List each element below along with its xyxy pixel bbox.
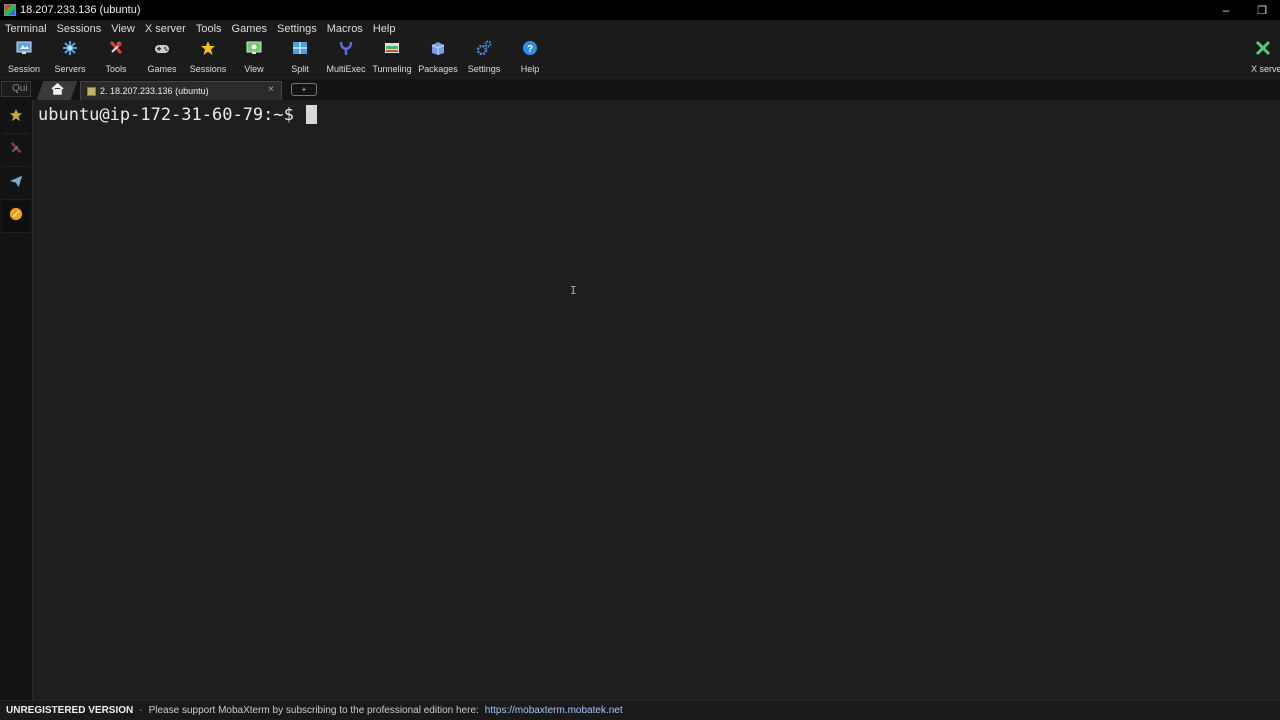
servers-icon xyxy=(61,39,79,57)
menu-games[interactable]: Games xyxy=(227,23,272,35)
close-tab-icon[interactable]: × xyxy=(268,84,274,95)
menu-macros[interactable]: Macros xyxy=(322,23,368,35)
new-tab-button[interactable]: + xyxy=(291,83,317,96)
unregistered-label: UNREGISTERED VERSION xyxy=(6,705,134,716)
packages-icon xyxy=(429,39,447,57)
help-button[interactable]: ? Help xyxy=(507,39,553,76)
window-title: 18.207.233.136 (ubuntu) xyxy=(20,4,141,16)
terminal-area[interactable]: ubuntu@ip-172-31-60-79:~$ I xyxy=(33,100,1280,700)
app-logo-icon xyxy=(4,4,16,16)
x-server-label: X serve xyxy=(1251,64,1280,74)
x-server-button[interactable]: X serve xyxy=(1245,39,1280,76)
tunneling-button[interactable]: Tunneling xyxy=(369,39,415,76)
tools-label: Tools xyxy=(105,64,127,74)
sidebar-sftp-button[interactable] xyxy=(2,168,30,200)
multiexec-label: MultiExec xyxy=(326,64,366,74)
view-monitor-icon xyxy=(245,39,263,57)
session-tab-label: 2. 18.207.233.136 (ubuntu) xyxy=(100,86,209,96)
shell-prompt: ubuntu@ip-172-31-60-79:~$ xyxy=(38,105,305,125)
servers-label: Servers xyxy=(54,64,86,74)
gamepad-icon xyxy=(153,39,171,57)
split-icon xyxy=(291,39,309,57)
sidebar-sessions-button[interactable] xyxy=(2,102,30,134)
menu-x-server[interactable]: X server xyxy=(140,23,191,35)
star-icon xyxy=(9,108,23,127)
sessions-label: Sessions xyxy=(189,64,227,74)
menu-terminal[interactable]: Terminal xyxy=(0,23,52,35)
games-button[interactable]: Games xyxy=(139,39,185,76)
star-icon xyxy=(199,39,217,57)
mobaxterm-link[interactable]: https://mobaxterm.mobatek.net xyxy=(485,705,623,716)
sidebar-macros-button[interactable] xyxy=(2,201,30,233)
packages-button[interactable]: Packages xyxy=(415,39,461,76)
menu-bar: Terminal Sessions View X server Tools Ga… xyxy=(0,20,1280,37)
title-bar: 18.207.233.136 (ubuntu) – ❐ xyxy=(0,0,1280,20)
tools-button[interactable]: Tools xyxy=(93,39,139,76)
multiexec-fork-icon xyxy=(337,39,355,57)
help-label: Help xyxy=(520,64,540,74)
servers-button[interactable]: Servers xyxy=(47,39,93,76)
games-label: Games xyxy=(147,64,177,74)
multiexec-button[interactable]: MultiExec xyxy=(323,39,369,76)
session-label: Session xyxy=(7,64,41,74)
mouse-ibeam-cursor: I xyxy=(570,284,577,297)
settings-label: Settings xyxy=(467,64,501,74)
menu-settings[interactable]: Settings xyxy=(272,23,322,35)
menu-help[interactable]: Help xyxy=(368,23,401,35)
view-label: View xyxy=(244,64,264,74)
text-cursor xyxy=(306,105,318,124)
sidebar-tools-button[interactable] xyxy=(2,135,30,167)
status-bar: UNREGISTERED VERSION - Please support Mo… xyxy=(0,700,1280,720)
menu-view[interactable]: View xyxy=(106,23,140,35)
tunneling-label: Tunneling xyxy=(372,64,412,74)
tab-bar: Qui 2. 18.207.233.136 (ubuntu) × + xyxy=(0,79,1280,100)
status-separator: - xyxy=(139,705,143,716)
settings-gears-icon xyxy=(475,39,493,57)
send-plane-icon xyxy=(9,174,23,193)
tunneling-icon xyxy=(383,39,401,57)
left-sidebar xyxy=(0,100,33,700)
sessions-button[interactable]: Sessions xyxy=(185,39,231,76)
quick-connect-input[interactable]: Qui xyxy=(1,81,31,97)
support-message: Please support MobaXterm by subscribing … xyxy=(148,705,479,716)
split-button[interactable]: Split xyxy=(277,39,323,76)
split-label: Split xyxy=(291,64,309,74)
session-tab[interactable]: 2. 18.207.233.136 (ubuntu) × xyxy=(80,81,282,100)
terminal-line: ubuntu@ip-172-31-60-79:~$ xyxy=(38,105,318,125)
home-icon xyxy=(51,82,64,98)
settings-button[interactable]: Settings xyxy=(461,39,507,76)
session-monitor-icon xyxy=(15,39,33,57)
menu-sessions[interactable]: Sessions xyxy=(52,23,107,35)
macro-orange-icon xyxy=(9,207,23,226)
ssh-session-icon xyxy=(87,86,96,96)
help-question-icon: ? xyxy=(521,39,539,57)
tools-icon xyxy=(9,141,23,160)
window-controls: – ❐ xyxy=(1208,0,1280,20)
svg-text:?: ? xyxy=(527,44,533,55)
packages-label: Packages xyxy=(418,64,458,74)
toolbar: Session Servers Tools Games Sessions Vie… xyxy=(0,37,1280,78)
view-button[interactable]: View xyxy=(231,39,277,76)
tools-icon xyxy=(107,39,125,57)
minimize-button[interactable]: – xyxy=(1208,3,1244,17)
x-server-icon xyxy=(1254,39,1272,57)
session-button[interactable]: Session xyxy=(1,39,47,76)
menu-tools[interactable]: Tools xyxy=(191,23,227,35)
restore-button[interactable]: ❐ xyxy=(1244,4,1280,17)
